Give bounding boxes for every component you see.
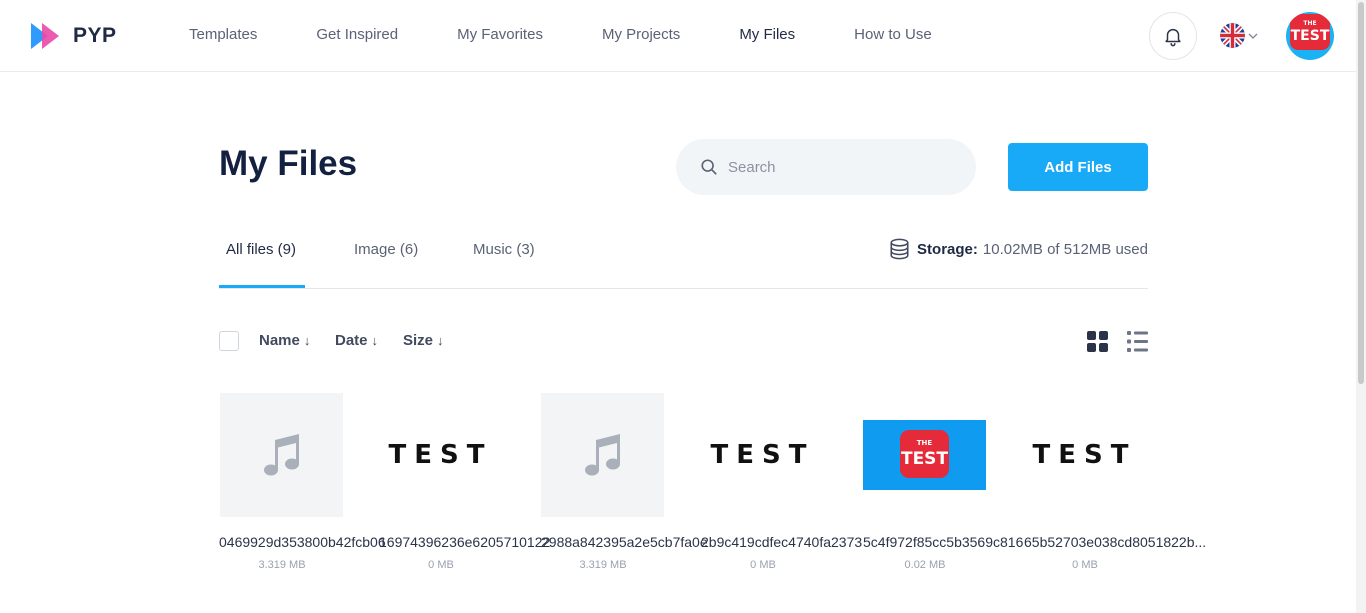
storage-label: Storage: [917,240,978,258]
list-view-icon[interactable] [1127,331,1148,352]
play-logo-icon [31,23,59,49]
file-card[interactable]: TEST 2b9c419cdfec4740fa2373 0 MB [701,393,862,571]
arrow-down-icon: ↓ [371,333,379,348]
bell-icon [1165,28,1181,47]
file-size: 0 MB [750,559,776,571]
music-note-icon [584,434,620,476]
search-icon [701,159,717,175]
search-input[interactable] [728,158,948,176]
arrow-down-icon: ↓ [437,333,444,348]
file-name: 2988a842395a2e5cb7fa0e [541,534,708,550]
top-navigation-bar: PYP Templates Get Inspired My Favorites … [0,0,1356,72]
thumbnail-preview-text: TEST [710,440,815,470]
active-tab-indicator [219,285,305,288]
grid-view-icon[interactable] [1087,331,1108,352]
file-name: 0469929d353800b42fcb06 [219,534,386,550]
file-thumbnail [220,393,343,517]
test-logo-image: THE TEST [863,420,986,490]
database-icon [890,238,909,260]
logo-main-text: TEST [901,449,948,469]
file-size: 3.319 MB [258,559,306,571]
page-title: My Files [219,144,358,183]
language-selector[interactable] [1220,23,1258,48]
test-logo-avatar-icon: THE TEST [1290,14,1330,50]
tab-image[interactable]: Image (6) [354,240,418,260]
file-size: 0.02 MB [904,559,946,571]
sort-toolbar: Name ↓ Date ↓ Size ↓ [219,330,1148,354]
file-thumbnail: TEST [701,393,824,517]
nav-how-to-use[interactable]: How to Use [854,24,932,46]
avatar-small-text: THE [1303,20,1316,27]
file-size: 0 MB [428,559,454,571]
avatar-text: TEST [1291,28,1330,44]
tab-music[interactable]: Music (3) [473,240,535,260]
brand-name: PYP [73,24,117,47]
file-thumbnail [541,393,664,517]
page-scrollbar[interactable] [1356,0,1366,613]
select-all-checkbox[interactable] [219,331,239,351]
tab-all-files[interactable]: All files (9) [226,240,296,260]
file-size: 3.319 MB [579,559,627,571]
sort-date-label: Date [335,332,368,349]
file-name: 65b52703e038cd8051822b... [1024,534,1207,550]
scrollbar-thumb[interactable] [1358,2,1364,384]
sort-name-label: Name [259,332,300,349]
nav-my-favorites[interactable]: My Favorites [457,24,543,46]
file-name: 5c4f972f85cc5b3569c816 [863,534,1024,550]
music-note-icon [263,434,299,476]
file-name: 16974396236e6205710122 [379,534,551,550]
sort-by-name[interactable]: Name ↓ [259,332,310,349]
main-nav: Templates Get Inspired My Favorites My P… [189,24,991,46]
nav-templates[interactable]: Templates [189,24,257,46]
sort-size-label: Size [403,332,434,349]
file-name: 2b9c419cdfec4740fa2373 [701,534,863,550]
sort-by-size[interactable]: Size ↓ [403,332,444,349]
chevron-down-icon [1248,33,1258,39]
file-card[interactable]: TEST 65b52703e038cd8051822b... 0 MB [1023,393,1206,571]
thumbnail-preview-text: TEST [1032,440,1137,470]
storage-indicator: Storage: 10.02MB of 512MB used [889,238,1148,260]
file-thumbnail: TEST [1023,393,1146,517]
nav-my-projects[interactable]: My Projects [602,24,680,46]
user-avatar[interactable]: THE TEST [1286,12,1334,60]
file-thumbnail: TEST [379,393,502,517]
file-size: 0 MB [1072,559,1098,571]
notifications-button[interactable] [1149,12,1197,60]
file-card[interactable]: 2988a842395a2e5cb7fa0e 3.319 MB [541,393,708,571]
search-box[interactable] [676,139,976,195]
logo-small-text: THE [917,439,933,447]
nav-get-inspired[interactable]: Get Inspired [316,24,398,46]
file-thumbnail: THE TEST [863,393,986,517]
sort-by-date[interactable]: Date ↓ [335,332,378,349]
storage-value: 10.02MB of 512MB used [982,240,1148,258]
thumbnail-preview-text: TEST [388,440,493,470]
uk-flag-icon [1220,23,1245,48]
nav-my-files[interactable]: My Files [739,24,795,46]
file-card[interactable]: TEST 16974396236e6205710122 0 MB [379,393,550,571]
file-type-tabs: All files (9) Image (6) Music (3) Storag… [219,228,1148,289]
arrow-down-icon: ↓ [303,333,311,348]
file-card[interactable]: THE TEST 5c4f972f85cc5b3569c816 0.02 MB [863,393,1023,571]
add-files-button[interactable]: Add Files [1008,143,1148,191]
file-card[interactable]: 0469929d353800b42fcb06 3.319 MB [219,393,386,571]
pyp-logo[interactable]: PYP [31,22,117,50]
